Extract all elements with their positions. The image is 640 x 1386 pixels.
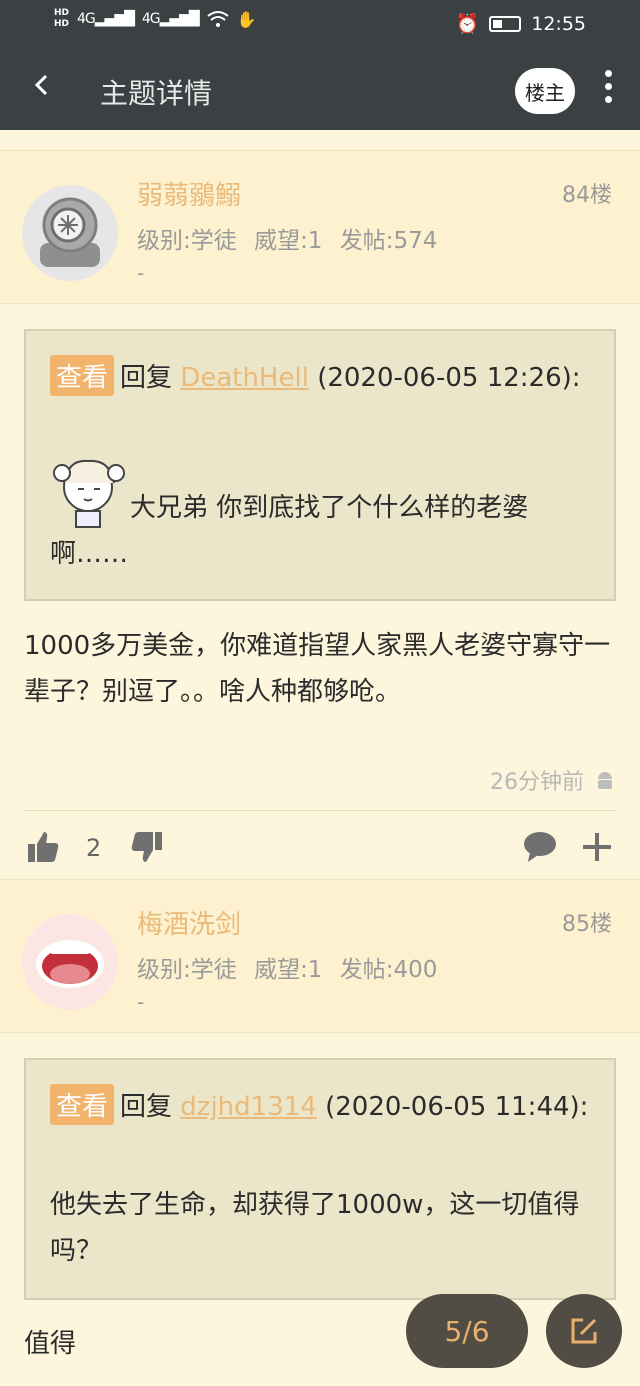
wifi-icon <box>207 11 229 27</box>
quote-header: 查看 回复 DeathHell (2020-06-05 12:26): <box>50 355 581 396</box>
reply-user-link[interactable]: DeathHell <box>180 363 309 393</box>
alarm-icon: ⏰ <box>455 13 480 35</box>
reply-user-link[interactable]: dzjhd1314 <box>180 1092 317 1122</box>
hd-indicator: HD HD <box>54 8 70 29</box>
user-stats: 级别:学徒 威望:1 发帖:574 <box>137 228 438 254</box>
view-quote-button[interactable]: 查看 <box>50 1084 115 1125</box>
more-button[interactable] <box>598 70 618 110</box>
quote-text: 他失去了生命，却获得了1000w，这一切值得吗？ <box>50 1190 580 1266</box>
more-vertical-icon <box>604 70 612 77</box>
user-stats: 级别:学徒 威望:1 发帖:400 <box>137 957 438 983</box>
post-content: 值得 <box>24 1329 77 1359</box>
post-header: 弱蒻鶸鰯 级别:学徒 威望:1 发帖:574 - 84楼 <box>0 150 640 304</box>
edit-icon <box>571 1318 597 1344</box>
username[interactable]: 弱蒻鶸鰯 <box>137 175 241 212</box>
quote-header: 查看 回复 dzjhd1314 (2020-06-05 11:44): <box>50 1084 588 1125</box>
view-quote-button[interactable]: 查看 <box>50 355 115 396</box>
post-header: 梅酒洗剑 级别:学徒 威望:1 发帖:400 - 85楼 <box>0 879 640 1033</box>
quote-block: 查看 回复 DeathHell (2020-06-05 12:26): 大兄弟 你… <box>24 329 616 601</box>
back-button[interactable] <box>32 68 52 111</box>
author-only-button[interactable]: 楼主 <box>515 68 575 114</box>
avatar[interactable] <box>22 185 118 281</box>
status-bar: HD HD 4G▂▄▆█ 4G▂▄▆█ ✋ ⏰ 12:55 <box>0 0 640 48</box>
floor-number: 85楼 <box>562 912 612 937</box>
reply-time: (2020-06-05 12:26): <box>317 363 581 393</box>
compose-button[interactable] <box>546 1294 622 1368</box>
divider <box>24 810 616 811</box>
plus-icon[interactable] <box>580 830 614 864</box>
quote-block: 查看 回复 dzjhd1314 (2020-06-05 11:44): 他失去了生… <box>24 1058 616 1300</box>
thumbs-down-icon[interactable] <box>130 830 164 864</box>
post-time: 26分钟前 <box>490 764 616 796</box>
page-indicator-button[interactable]: 5/6 <box>406 1294 528 1368</box>
signal-icon: 4G▂▄▆█ <box>141 11 200 27</box>
chevron-left-icon <box>34 74 48 96</box>
top-bar: HD HD 4G▂▄▆█ 4G▂▄▆█ ✋ ⏰ 12:55 主题详情 楼主 <box>0 0 640 130</box>
comment-icon[interactable] <box>522 830 558 864</box>
quote-text: 大兄弟 你到底找了个什么样的老婆啊…… <box>50 493 529 569</box>
android-icon <box>598 772 612 789</box>
floor-number: 84楼 <box>562 183 612 208</box>
username[interactable]: 梅酒洗剑 <box>137 904 241 941</box>
reply-time: (2020-06-05 11:44): <box>325 1092 589 1122</box>
thumbs-up-icon[interactable] <box>26 830 60 864</box>
avatar[interactable] <box>22 914 118 1010</box>
post-actions: 2 <box>0 820 640 876</box>
page-title: 主题详情 <box>100 77 213 110</box>
like-count: 2 <box>86 834 102 862</box>
hand-icon: ✋ <box>236 9 257 29</box>
user-signature: - <box>137 990 145 1014</box>
clock-time: 12:55 <box>531 12 586 35</box>
battery-icon <box>489 15 522 32</box>
post-content: 1000多万美金，你难道指望人家黑人老婆守寡守一辈子？别逗了。。啥人种都够呛。 <box>24 631 611 707</box>
user-signature: - <box>137 261 145 285</box>
signal-icon: 4G▂▄▆█ <box>77 11 135 27</box>
app-bar: 主题详情 楼主 <box>0 48 640 130</box>
